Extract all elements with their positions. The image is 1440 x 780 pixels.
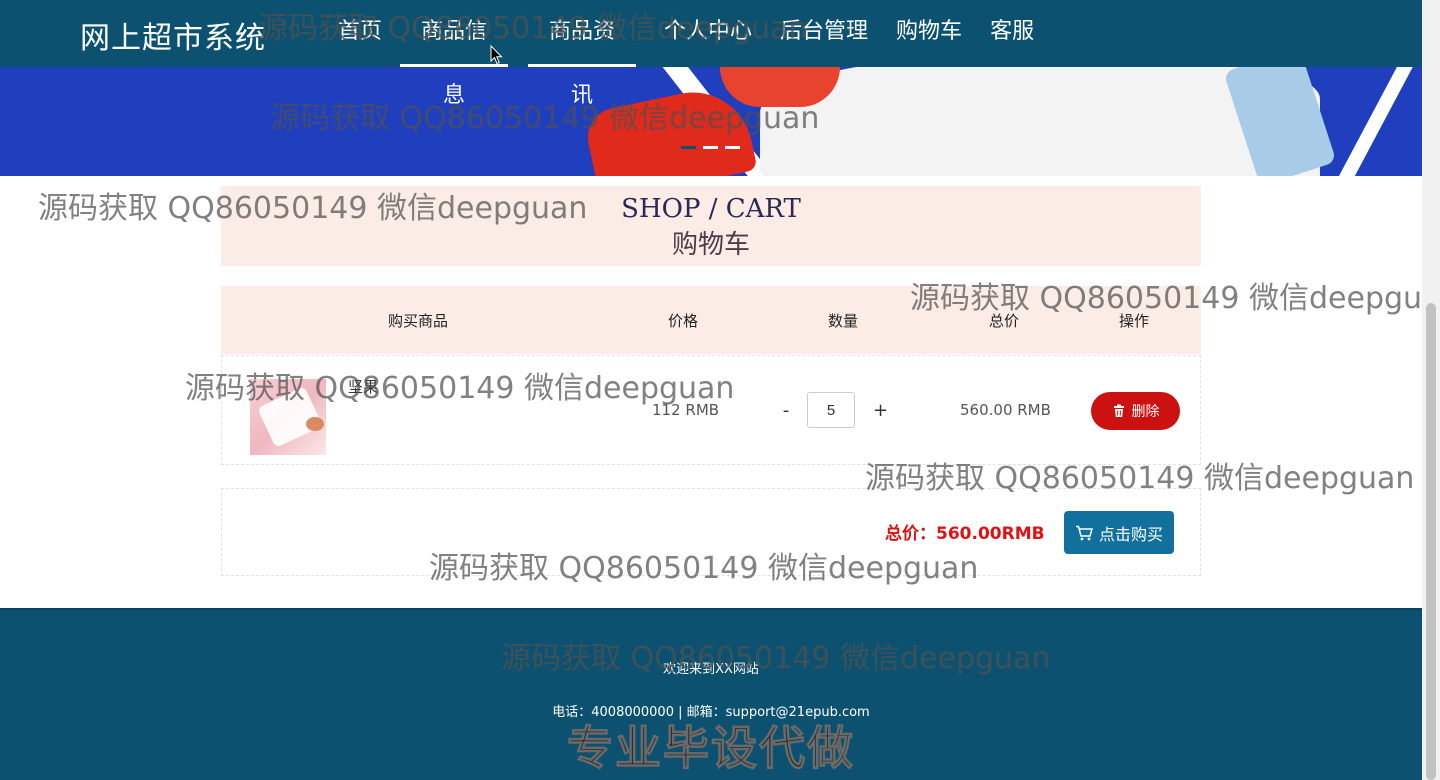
footer-promo-overlay: 专业毕设代做	[567, 721, 855, 776]
cart-table-header: 购买商品 价格 数量 总价 操作	[221, 286, 1201, 354]
footer-welcome: 欢迎来到XX网站	[663, 662, 759, 677]
delete-label: 删除	[1131, 404, 1160, 420]
carousel-dot[interactable]	[725, 146, 740, 149]
top-navbar: 网上超市系统 首页 商品信息 商品资讯 个人中心 后台管理 购物车 客服	[0, 0, 1422, 108]
product-image-detail	[306, 417, 324, 431]
mouse-cursor-icon	[490, 45, 503, 65]
main-nav: 首页 商品信息 商品资讯 个人中心 后台管理 购物车 客服	[324, 0, 1048, 108]
row-total: 560.00 RMB	[960, 401, 1051, 419]
carousel-dot[interactable]	[703, 146, 718, 149]
column-header-action: 操作	[1119, 312, 1150, 330]
product-price: 112 RMB	[652, 401, 720, 419]
cart-total: 总价：560.00RMB	[885, 524, 1045, 544]
column-header-product: 购买商品	[388, 312, 449, 330]
cart-row: 坚果 112 RMB - + 560.00 RMB 删除	[221, 355, 1201, 465]
nav-admin[interactable]: 后台管理	[766, 0, 882, 67]
column-header-quantity: 数量	[828, 312, 859, 330]
nav-cart[interactable]: 购物车	[882, 0, 976, 67]
page-title-cn: 购物车	[671, 230, 750, 260]
carousel-dot[interactable]	[681, 146, 696, 149]
nav-user-center[interactable]: 个人中心	[650, 0, 766, 67]
cart-summary: 总价：560.00RMB 点击购买	[221, 488, 1201, 576]
page-title-box: SHOP / CART 购物车	[221, 186, 1201, 266]
trash-icon	[1113, 404, 1124, 417]
page-title-en: SHOP / CART	[621, 194, 801, 224]
column-header-price: 价格	[668, 312, 699, 330]
column-header-total: 总价	[989, 312, 1020, 330]
product-name[interactable]: 坚果	[348, 376, 378, 397]
footer: 欢迎来到XX网站 电话：4008000000 | 邮箱：support@21ep…	[0, 608, 1422, 780]
banner-carousel[interactable]	[0, 67, 1422, 176]
checkout-label: 点击购买	[1098, 524, 1163, 544]
nav-product-news[interactable]: 商品资讯	[528, 0, 637, 108]
delete-button[interactable]: 删除	[1091, 392, 1180, 430]
carousel-indicators	[681, 146, 740, 149]
scrollbar-thumb[interactable]	[1426, 303, 1436, 780]
nav-home[interactable]: 首页	[324, 0, 396, 67]
vertical-scrollbar[interactable]	[1422, 0, 1440, 780]
page: 网上超市系统 首页 商品信息 商品资讯 个人中心 后台管理 购物车 客服 SHO…	[0, 0, 1422, 780]
checkout-button[interactable]: 点击购买	[1064, 511, 1174, 554]
quantity-decrease-button[interactable]: -	[779, 400, 793, 421]
quantity-increase-button[interactable]: +	[873, 400, 888, 421]
quantity-input[interactable]	[807, 392, 855, 428]
cart-icon	[1075, 525, 1093, 540]
site-logo[interactable]: 网上超市系统	[80, 13, 266, 57]
nav-service[interactable]: 客服	[976, 0, 1048, 67]
product-image[interactable]	[250, 379, 326, 455]
